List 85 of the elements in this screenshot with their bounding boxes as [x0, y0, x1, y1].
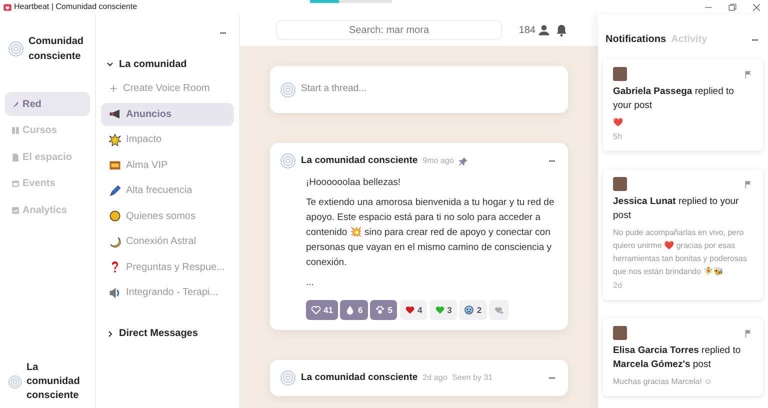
flag-icon[interactable] — [744, 70, 753, 78]
nav-item[interactable]: El espacio — [5, 145, 90, 169]
panel-tab[interactable]: Notifications — [606, 32, 666, 47]
avatar-placeholder — [613, 67, 627, 81]
channel-item[interactable]: Impacto — [101, 128, 234, 151]
plus-icon — [109, 84, 118, 93]
bell-icon[interactable] — [555, 24, 568, 36]
calendar-icon — [11, 179, 20, 188]
search-field[interactable]: Search: mar mora — [276, 20, 502, 40]
post-text: ¡Hoooooolaa bellezas! — [306, 176, 402, 190]
channel-item[interactable]: Quienes somos — [101, 204, 234, 228]
reaction-button[interactable]: 3 — [430, 300, 457, 320]
nav-item[interactable]: Red — [5, 92, 90, 116]
nav-item[interactable]: Events — [5, 172, 90, 196]
channel-item[interactable]: Integrando - Terapi... — [101, 281, 234, 304]
post-time: 2d ago — [422, 372, 448, 384]
notification-time: 5h — [613, 131, 623, 143]
megaphone-icon — [109, 108, 121, 120]
face-icon — [464, 305, 474, 315]
channel-item[interactable]: Preguntas y Respue... — [101, 256, 234, 278]
chevron-icon[interactable] — [106, 60, 114, 68]
nav-item[interactable]: Analytics — [5, 198, 90, 222]
channel-item[interactable]: Conexión Astral — [101, 230, 234, 253]
channel-item[interactable]: Anuncios — [101, 102, 234, 126]
create-voice-room-link[interactable]: Create Voice Room — [101, 77, 234, 100]
avatar-placeholder — [613, 326, 627, 340]
paw-icon — [375, 305, 386, 315]
notification-text: Elisa Garcia Torres replied to Marcela Gómez's post — [613, 344, 742, 372]
post-text: Te extiendo una amorosa bienvenida a tu hogar y tu red de apoyo. Este espacio está para ti no solo para acceder a contenido 💥 sino para crear red de apoyo y conectar con personas que vayan en el mismo camino de consciencia y conexión. — [306, 196, 556, 270]
question-icon — [109, 261, 121, 273]
notification-message: ❤ — [613, 116, 624, 128]
notification-time: 2d — [613, 280, 623, 292]
channel-item[interactable]: Alma VIP — [101, 154, 234, 176]
avatar-icon — [280, 82, 296, 98]
post-author[interactable]: La comunidad consciente — [301, 154, 418, 168]
book-icon — [11, 126, 20, 135]
reaction-button[interactable]: 41 — [306, 300, 338, 320]
reaction-button[interactable]: 6 — [340, 300, 368, 320]
reaction-button[interactable]: 2 — [459, 300, 487, 320]
notification-text: Jessica Lunat replied to your post — [613, 195, 740, 223]
window-title: Heartbeat | Comunidad consciente — [14, 1, 138, 13]
burst-icon — [109, 134, 121, 146]
community-name: La comunidad consciente — [26, 361, 81, 403]
close-icon[interactable] — [752, 2, 760, 12]
reaction-button[interactable]: 5 — [370, 300, 398, 320]
notification-card[interactable]: Elisa Garcia Torres replied to Marcela Gómez's post Muchas gracias Marcela! ☺ — [603, 318, 763, 396]
document-icon — [11, 152, 20, 162]
chart-icon — [11, 206, 20, 214]
chevron-icon[interactable] — [106, 330, 114, 338]
pen-icon — [109, 184, 121, 196]
nav-item[interactable]: Cursos — [5, 118, 90, 142]
channel-item[interactable]: Alta frecuencia — [101, 179, 234, 202]
avatar-icon — [280, 153, 296, 169]
heart-icon — [311, 305, 321, 315]
member-count: 184 — [518, 24, 536, 38]
notification-card[interactable]: Gabriela Passega replied to your post ❤ 5h — [603, 59, 763, 151]
speaker-icon — [109, 286, 121, 298]
flag-icon[interactable] — [744, 180, 753, 188]
drop-icon — [345, 305, 356, 315]
heart-plus-icon — [494, 305, 504, 315]
avatar-placeholder — [613, 177, 627, 191]
community-logo — [8, 375, 22, 389]
restore-icon[interactable] — [728, 2, 736, 12]
person-icon[interactable] — [538, 24, 550, 36]
feather-icon — [11, 100, 20, 108]
reaction-button[interactable]: 4 — [400, 300, 428, 320]
community-name: Comunidad consciente — [28, 35, 84, 64]
avatar-icon — [280, 370, 296, 386]
notification-text: Gabriela Passega replied to your post — [613, 85, 735, 113]
moon-icon — [109, 236, 121, 248]
heart-icon — [404, 305, 415, 315]
heart-icon — [434, 305, 445, 315]
notification-message: No pude acompañarlas en vivo, pero quiero unirme ❤ gracias por esas herramientas tan bonitas y poderosas que nos están brindando 🧚🐝 — [613, 226, 748, 278]
app-icon — [2, 2, 12, 12]
notification-message: Muchas gracias Marcela! ☺ — [613, 376, 714, 388]
post-text: ... — [306, 276, 315, 290]
notification-card[interactable]: Jessica Lunat replied to your post No pude acompañarlas en vivo, pero quiero unirme ❤ gracias por esas herramientas tan bonitas y poderosas que nos están brindando 🧚🐝 2d — [603, 169, 763, 300]
group-title[interactable]: Direct Messages — [119, 326, 198, 341]
post-time: 9mo ago — [422, 155, 454, 167]
group-title[interactable]: La comunidad — [119, 56, 187, 72]
seen-count: Seen by 31 — [452, 372, 493, 384]
community-logo — [8, 41, 24, 57]
post-author[interactable]: La comunidad consciente — [301, 370, 418, 386]
flag-icon[interactable] — [744, 328, 753, 338]
composer-field[interactable]: Start a thread... — [270, 66, 568, 113]
